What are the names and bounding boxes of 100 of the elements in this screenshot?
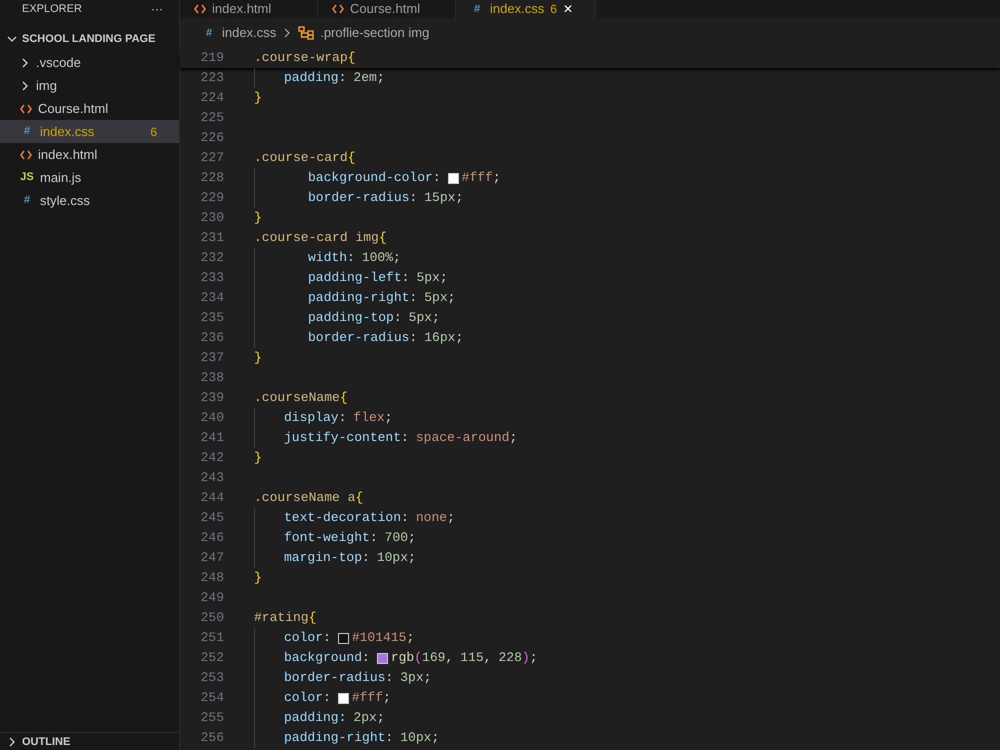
line-number: 225: [200, 109, 224, 128]
outline-section-title[interactable]: OUTLINE: [22, 732, 70, 750]
symbol-structure-icon: [298, 26, 314, 40]
tab-label: Course.html: [350, 1, 420, 17]
line-number: 255: [200, 709, 224, 728]
code-line: justify-content: space-around;: [254, 428, 518, 448]
line-number: 246: [200, 529, 224, 548]
breadcrumb-file[interactable]: index.css: [222, 23, 276, 43]
file-type-icon: #: [20, 123, 34, 140]
file-tree-item[interactable]: # index.css 6: [0, 120, 179, 143]
code-line: background-color: #fff;: [254, 168, 501, 188]
chevron-right-icon: [20, 80, 30, 92]
file-tree-item[interactable]: # style.css: [0, 189, 179, 212]
chevron-right-icon: [282, 28, 292, 38]
file-name: .vscode: [36, 54, 82, 72]
code-line: color: #fff;: [254, 688, 391, 708]
line-number: 242: [200, 449, 224, 468]
line-number: 241: [200, 429, 224, 448]
color-swatch[interactable]: [338, 632, 349, 644]
line-number: 233: [200, 269, 224, 288]
code-line: }: [254, 349, 262, 368]
code-line: font-weight: 700;: [254, 528, 416, 548]
code-line: .course-card img{: [254, 229, 387, 248]
explorer-title: EXPLORER: [22, 2, 82, 17]
file-tree-item[interactable]: index.html: [0, 143, 179, 166]
line-number: 244: [200, 489, 224, 508]
line-number: 254: [200, 689, 224, 708]
code-line: display: flex;: [254, 408, 392, 428]
code-line: padding-left: 5px;: [254, 268, 448, 288]
code-line: padding: 2px;: [254, 708, 385, 728]
code-line: padding-top: 5px;: [254, 308, 440, 328]
close-tab-button[interactable]: ✕: [562, 1, 573, 17]
line-number: 238: [200, 369, 224, 388]
line-number: 228: [200, 169, 224, 188]
tab-label: index.html: [212, 1, 272, 17]
code-line: padding-right: 5px;: [254, 288, 456, 308]
color-swatch[interactable]: [448, 172, 459, 184]
code-line: color: #101415;: [254, 628, 414, 648]
file-name: img: [36, 76, 58, 95]
line-number: 256: [200, 729, 224, 748]
line-number: 252: [200, 649, 224, 668]
file-tree-item[interactable]: Course.html: [0, 97, 179, 120]
line-number: 249: [200, 589, 224, 608]
code-line: border-radius: 3px;: [254, 668, 432, 688]
file-type-icon: JS: [20, 169, 34, 186]
code-line: border-radius: 15px;: [254, 188, 464, 208]
code-line: width: 100%;: [254, 248, 401, 268]
file-type-icon: #: [20, 192, 34, 209]
editor-tab[interactable]: # index.css 6 ✕: [456, 0, 596, 18]
code-line: text-decoration: none;: [254, 508, 455, 528]
file-name: index.html: [38, 146, 98, 164]
file-name: index.css: [40, 122, 96, 141]
project-title[interactable]: SCHOOL LANDING PAGE: [22, 30, 156, 48]
breadcrumb-symbol[interactable]: .proflie-section img: [320, 23, 430, 43]
code-line: .course-wrap{: [254, 49, 356, 68]
line-number: 248: [200, 569, 224, 588]
code-line: #rating{: [254, 609, 316, 628]
line-number: 250: [200, 609, 224, 628]
line-number: 243: [200, 469, 224, 488]
code-line: }: [254, 89, 262, 108]
chevron-right-icon: [20, 56, 30, 68]
line-number: 240: [200, 409, 224, 428]
line-number: 237: [200, 349, 224, 368]
problem-count: 6: [550, 1, 557, 18]
code-line: .courseName{: [254, 389, 348, 408]
line-number: 239: [200, 389, 224, 408]
line-number: 245: [200, 509, 224, 528]
code-line: .courseName a{: [254, 489, 364, 508]
line-number: 230: [200, 209, 224, 228]
code-line: .course-card{: [254, 149, 356, 168]
line-number: 247: [200, 549, 224, 568]
line-number: 227: [200, 149, 224, 168]
line-number: 224: [200, 89, 224, 108]
file-tree-item[interactable]: JS main.js: [0, 166, 179, 189]
file-tree-item[interactable]: .vscode: [0, 51, 179, 74]
file-type-icon: #: [202, 24, 216, 42]
line-number: 253: [200, 669, 224, 688]
file-name: Course.html: [38, 100, 110, 118]
more-actions-button[interactable]: ···: [151, 0, 163, 18]
code-line: padding-right: 10px;: [254, 728, 440, 748]
code-line: margin-top: 10px;: [254, 548, 416, 568]
line-number: 229: [200, 189, 224, 208]
color-swatch[interactable]: [338, 692, 349, 704]
line-number: 236: [200, 329, 224, 348]
file-name: main.js: [40, 168, 82, 187]
line-number: 251: [200, 629, 224, 648]
code-line: }: [254, 209, 262, 228]
line-number: 232: [200, 249, 224, 268]
file-tree-item[interactable]: img: [0, 74, 179, 97]
code-line: }: [254, 449, 262, 468]
line-number: 219: [200, 49, 224, 68]
line-number: 223: [200, 69, 224, 88]
code-line: border-radius: 16px;: [254, 328, 464, 348]
tab-label: index.css: [490, 1, 544, 17]
line-number: 235: [200, 309, 224, 328]
code-line: padding: 2em;: [254, 68, 385, 88]
color-swatch[interactable]: [376, 652, 388, 664]
problem-count: 6: [150, 124, 157, 140]
code-line: }: [254, 569, 262, 588]
line-number: 226: [200, 129, 224, 148]
